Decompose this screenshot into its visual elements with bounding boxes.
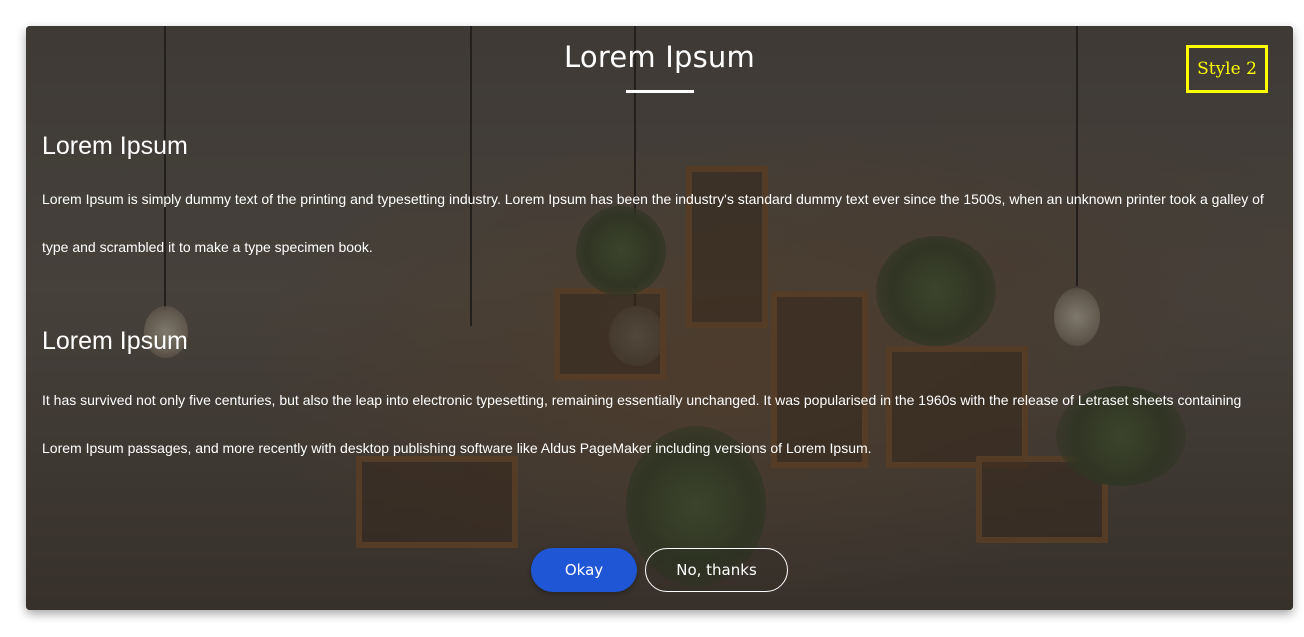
style-badge: Style 2 [1186,45,1268,93]
modal-title: Lorem Ipsum [564,40,755,74]
okay-button[interactable]: Okay [531,548,637,592]
modal-content: Lorem Ipsum Style 2 Lorem Ipsum Lorem Ip… [26,26,1293,610]
no-thanks-button[interactable]: No, thanks [645,548,788,592]
section-text-2: It has survived not only five centuries,… [42,392,1242,456]
section-heading-1: Lorem Ipsum [42,132,188,160]
section-text-1: Lorem Ipsum is simply dummy text of the … [42,191,1264,255]
title-underline [626,90,694,93]
modal-dialog: Lorem Ipsum Style 2 Lorem Ipsum Lorem Ip… [26,26,1293,610]
section-heading-2: Lorem Ipsum [42,327,188,355]
